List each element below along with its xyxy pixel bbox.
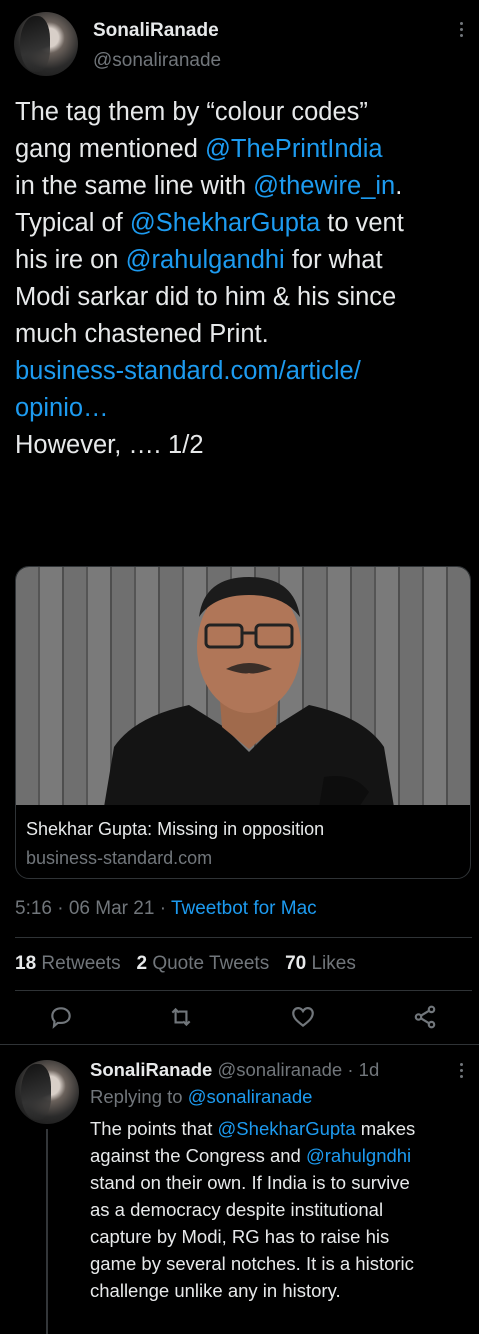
- avatar[interactable]: [14, 12, 78, 76]
- tweet-text: The tag them by “colour codes” gang menti…: [15, 94, 475, 464]
- text-segment: However, …. 1/2: [15, 431, 204, 459]
- like-icon: [292, 1007, 314, 1028]
- tweet-timestamp: 5:16 · 06 Mar 21 · Tweetbot for Mac: [15, 898, 317, 920]
- mention-link[interactable]: @thewire_in: [253, 172, 395, 200]
- text-segment: The tag them by “colour codes”: [15, 98, 368, 126]
- text-line: challenge unlike any in history.: [90, 1277, 475, 1304]
- text-line: game by several notches. It is a histori…: [90, 1250, 475, 1277]
- text-segment: Modi sarkar did to him & his since: [15, 283, 397, 311]
- text-segment: challenge unlike any in history.: [90, 1280, 341, 1301]
- reply-button[interactable]: [48, 1004, 78, 1034]
- text-line: his ire on @rahulgandhi for what: [15, 242, 475, 279]
- retweet-button[interactable]: [168, 1004, 198, 1034]
- reply-icon: [51, 1007, 71, 1029]
- retweets-stat[interactable]: 18 Retweets: [15, 953, 121, 974]
- author-handle[interactable]: @sonaliranade: [93, 50, 221, 72]
- retweet-icon: [171, 1007, 191, 1027]
- link-card-title[interactable]: Shekhar Gupta: Missing in opposition: [26, 819, 324, 840]
- text-segment: for what: [284, 246, 383, 274]
- more-options-icon[interactable]: [455, 22, 467, 42]
- text-line: gang mentioned @ThePrintIndia: [15, 131, 475, 168]
- reply-more-options-icon[interactable]: [455, 1063, 467, 1083]
- text-line: as a democracy despite institutional: [90, 1196, 475, 1223]
- mention-link[interactable]: @ShekharGupta: [130, 209, 320, 237]
- author-display-name[interactable]: SonaliRanade: [93, 20, 219, 42]
- person-photo: [104, 577, 394, 805]
- replying-to: Replying to @sonaliranade: [90, 1086, 312, 1108]
- share-icon: [414, 1005, 436, 1029]
- reply-author-handle[interactable]: @sonaliranade: [217, 1059, 342, 1080]
- text-line: business-standard.com/article/: [15, 353, 475, 390]
- text-segment: Typical of: [15, 209, 130, 237]
- thread-line: [46, 1129, 48, 1334]
- reply-header: SonaliRanade @sonaliranade · 1d: [90, 1059, 379, 1081]
- divider: [15, 990, 472, 991]
- like-button[interactable]: [290, 1004, 320, 1034]
- reply-avatar[interactable]: [15, 1060, 79, 1124]
- text-line: capture by Modi, RG has to raise his: [90, 1223, 475, 1250]
- likes-stat[interactable]: 70 Likes: [285, 953, 356, 974]
- text-segment: game by several notches. It is a histori…: [90, 1253, 414, 1274]
- text-line: The tag them by “colour codes”: [15, 94, 475, 131]
- tweet-source-link[interactable]: Tweetbot for Mac: [171, 898, 317, 919]
- text-segment: gang mentioned: [15, 135, 205, 163]
- tweet-actions: [0, 1000, 479, 1038]
- text-segment: much chastened Print.: [15, 320, 269, 348]
- reply-tweet[interactable]: SonaliRanade @sonaliranade · 1d Replying…: [0, 1045, 479, 1334]
- divider: [15, 937, 472, 938]
- text-line: Modi sarkar did to him & his since: [15, 279, 475, 316]
- mention-link[interactable]: @ThePrintIndia: [205, 135, 383, 163]
- text-segment: .: [395, 172, 403, 200]
- link-card-domain: business-standard.com: [26, 848, 213, 868]
- tweet-stats: 18 Retweets 2 Quote Tweets 70 Likes: [15, 953, 356, 975]
- mention-link[interactable]: business-standard.com/article/: [15, 357, 361, 385]
- link-card[interactable]: Shekhar Gupta: Missing in opposition bus…: [15, 566, 471, 879]
- replying-to-label: Replying to: [90, 1086, 188, 1107]
- text-line: Typical of @ShekharGupta to vent: [15, 205, 475, 242]
- text-line: much chastened Print.: [15, 316, 475, 353]
- text-segment: makes: [355, 1118, 416, 1139]
- mention-link[interactable]: @rahulgndhi: [306, 1145, 411, 1166]
- reply-text: The points that @ShekharGupta makes again…: [90, 1115, 475, 1304]
- tweet-header: SonaliRanade @sonaliranade: [0, 0, 479, 90]
- tweet-time: 5:16 · 06 Mar 21 ·: [15, 898, 171, 919]
- text-line: opinio…: [15, 390, 475, 427]
- mention-link[interactable]: @rahulgandhi: [126, 246, 285, 274]
- text-segment: as a democracy despite institutional: [90, 1199, 384, 1220]
- replying-to-handle[interactable]: @sonaliranade: [188, 1086, 313, 1107]
- text-line: However, …. 1/2: [15, 427, 475, 464]
- reply-author-name[interactable]: SonaliRanade: [90, 1059, 212, 1080]
- text-line: stand on their own. If India is to survi…: [90, 1169, 475, 1196]
- text-segment: in the same line with: [15, 172, 254, 200]
- text-segment: to vent: [320, 209, 404, 237]
- text-segment: his ire on: [15, 246, 126, 274]
- link-card-image: [16, 567, 470, 805]
- text-segment: against the Congress and: [90, 1145, 306, 1166]
- text-line: The points that @ShekharGupta makes: [90, 1115, 475, 1142]
- text-segment: capture by Modi, RG has to raise his: [90, 1226, 390, 1247]
- text-segment: The points that: [90, 1118, 218, 1139]
- text-segment: stand on their own. If India is to survi…: [90, 1172, 410, 1193]
- share-button[interactable]: [412, 1004, 442, 1034]
- text-line: in the same line with @thewire_in.: [15, 168, 475, 205]
- quote-tweets-stat[interactable]: 2 Quote Tweets: [136, 953, 269, 974]
- reply-age: · 1d: [342, 1059, 380, 1080]
- mention-link[interactable]: opinio…: [15, 394, 109, 422]
- mention-link[interactable]: @ShekharGupta: [218, 1118, 356, 1139]
- text-line: against the Congress and @rahulgndhi: [90, 1142, 475, 1169]
